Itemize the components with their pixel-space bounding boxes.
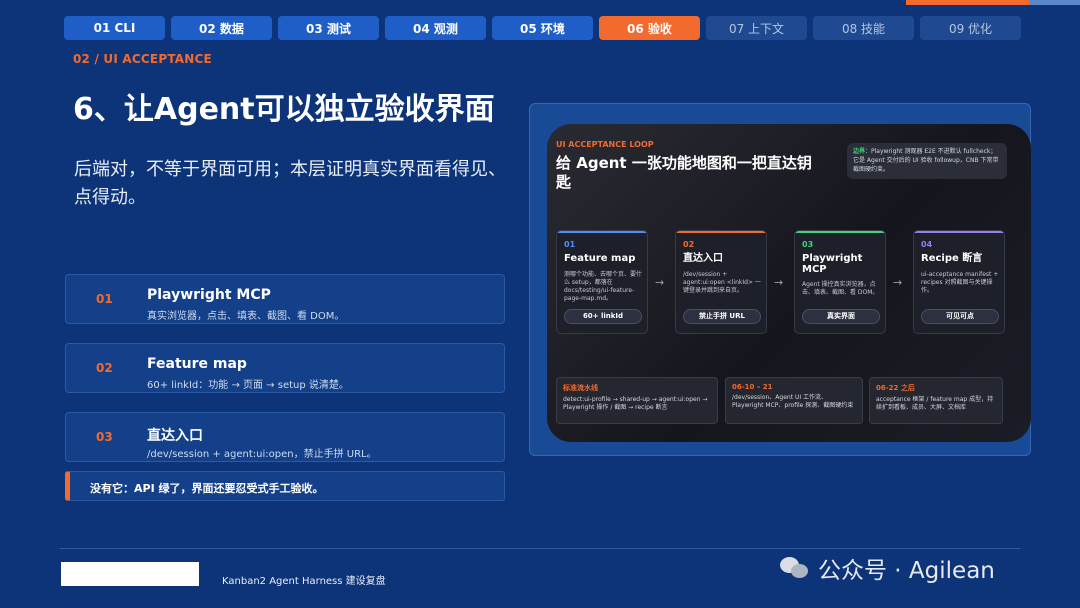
footer-logo-placeholder	[61, 562, 199, 586]
step-description: /dev/session + agent:ui:open <linkId> 一键…	[683, 271, 761, 294]
step-accent-line	[557, 231, 647, 233]
boundary-note-label: 边界：	[853, 148, 872, 155]
page-subtitle: 后端对，不等于界面可用；本层证明真实界面看得见、点得动。	[74, 159, 506, 208]
list-item-feature-map: 02 Feature map 60+ linkId：功能 → 页面 → setu…	[65, 343, 505, 393]
list-item-number: 02	[96, 361, 113, 375]
list-item-playwright: 01 Playwright MCP 真实浏览器，点击、填表、截图、看 DOM。	[65, 274, 505, 324]
band-heading: 06-10 – 21	[732, 383, 773, 391]
top-accent-bar-orange	[906, 0, 1029, 5]
step-chip: 60+ linkId	[564, 309, 642, 324]
step-chip: 可见可点	[921, 309, 999, 324]
tab-07-context[interactable]: 07 上下文	[706, 16, 807, 40]
step-description: Agent 操控真实浏览器，点击、填表、截图、看 DOM。	[802, 281, 879, 296]
step-card-playwright: 03 Playwright MCP Agent 操控真实浏览器，点击、填表、截图…	[794, 230, 886, 334]
step-chip: 禁止手拼 URL	[683, 309, 761, 324]
boundary-note: 边界：Playwright 测观器 E2E 不进默认 fullcheck；它是 …	[847, 143, 1007, 179]
warning-callout: 没有它：API 绿了，界面还要忍受式手工验收。	[65, 471, 505, 501]
band-text: /dev/session、Agent UI 工作流、Playwright MCP…	[732, 394, 854, 409]
list-item-description: 真实浏览器，点击、填表、截图、看 DOM。	[147, 311, 345, 322]
band-heading: 标准流水线	[563, 384, 598, 392]
tab-01-cli[interactable]: 01 CLI	[64, 16, 165, 40]
arrow-icon: →	[893, 276, 903, 289]
list-item-number: 01	[96, 292, 113, 306]
step-chip: 真实界面	[802, 309, 880, 324]
tab-08-skills[interactable]: 08 技能	[813, 16, 914, 40]
tab-04-observe[interactable]: 04 观测	[385, 16, 486, 40]
band-text: detect:ui-profile → shared-up → agent:ui…	[563, 396, 708, 411]
top-accent-bar-blue	[1029, 0, 1080, 5]
step-number: 03	[802, 240, 814, 249]
list-item-direct-entry: 03 直达入口 /dev/session + agent:ui:open，禁止手…	[65, 412, 505, 462]
tab-02-data[interactable]: 02 数据	[171, 16, 272, 40]
list-item-title: Feature map	[147, 356, 247, 372]
step-card-feature-map: 01 Feature map 测哪个功能、去哪个页、要什么 setup，都落在 …	[556, 230, 648, 334]
diagram-title: 给 Agent 一张功能地图和一把直达钥匙	[556, 154, 812, 191]
step-card-recipe: 04 Recipe 断言 ui-acceptance manifest + re…	[913, 230, 1005, 334]
arrow-icon: →	[655, 276, 665, 289]
footer-caption: Kanban2 Agent Harness 建设复盘	[222, 576, 386, 587]
list-item-description: /dev/session + agent:ui:open，禁止手拼 URL。	[147, 449, 377, 460]
step-number: 04	[921, 240, 933, 249]
step-number: 02	[683, 240, 695, 249]
list-item-title: Playwright MCP	[147, 287, 271, 303]
tab-05-env[interactable]: 05 环境	[492, 16, 593, 40]
acceptance-loop-diagram: UI ACCEPTANCE LOOP 给 Agent 一张功能地图和一把直达钥匙…	[547, 124, 1031, 442]
tab-09-optimize[interactable]: 09 优化	[920, 16, 1021, 40]
step-title: 直达入口	[683, 253, 723, 264]
diagram-eyebrow: UI ACCEPTANCE LOOP	[556, 140, 654, 149]
step-title: Playwright MCP	[802, 253, 863, 275]
wechat-watermark: 公众号 · Agilean	[780, 551, 995, 585]
section-eyebrow: 02 / UI ACCEPTANCE	[73, 52, 212, 66]
arrow-icon: →	[774, 276, 784, 289]
tab-03-test[interactable]: 03 测试	[278, 16, 379, 40]
band-timeline-late: 06-22 之后 acceptance 框架 / feature map 成型，…	[869, 377, 1003, 424]
boundary-note-text: Playwright 测观器 E2E 不进默认 fullcheck；它是 Age…	[853, 148, 999, 173]
step-number: 01	[564, 240, 576, 249]
tab-06-acceptance[interactable]: 06 验收	[599, 16, 700, 40]
watermark-text: 公众号 · Agilean	[818, 558, 995, 584]
step-card-direct-entry: 02 直达入口 /dev/session + agent:ui:open <li…	[675, 230, 767, 334]
wechat-icon	[780, 555, 810, 581]
step-title: Recipe 断言	[921, 253, 983, 264]
step-accent-line	[795, 231, 885, 233]
page-title: 6、让Agent可以独立验收界面	[73, 92, 495, 127]
step-accent-line	[914, 231, 1004, 233]
footer-divider	[60, 548, 1020, 549]
band-pipeline: 标准流水线 detect:ui-profile → shared-up → ag…	[556, 377, 718, 424]
step-description: 测哪个功能、去哪个页、要什么 setup，都落在 docs/testing/ui…	[564, 271, 643, 302]
step-title: Feature map	[564, 253, 636, 264]
band-timeline-early: 06-10 – 21 /dev/session、Agent UI 工作流、Pla…	[725, 377, 863, 424]
band-text: acceptance 框架 / feature map 成型，持续扩到看板、成员…	[876, 396, 994, 411]
band-heading: 06-22 之后	[876, 384, 915, 392]
step-accent-line	[676, 231, 766, 233]
step-description: ui-acceptance manifest + recipes 对照截图与关键…	[921, 271, 999, 294]
list-item-number: 03	[96, 430, 113, 444]
list-item-title: 直达入口	[147, 428, 203, 444]
section-tab-bar: 01 CLI 02 数据 03 测试 04 观测 05 环境 06 验收 07 …	[64, 16, 1021, 40]
list-item-description: 60+ linkId：功能 → 页面 → setup 说清楚。	[147, 380, 349, 391]
